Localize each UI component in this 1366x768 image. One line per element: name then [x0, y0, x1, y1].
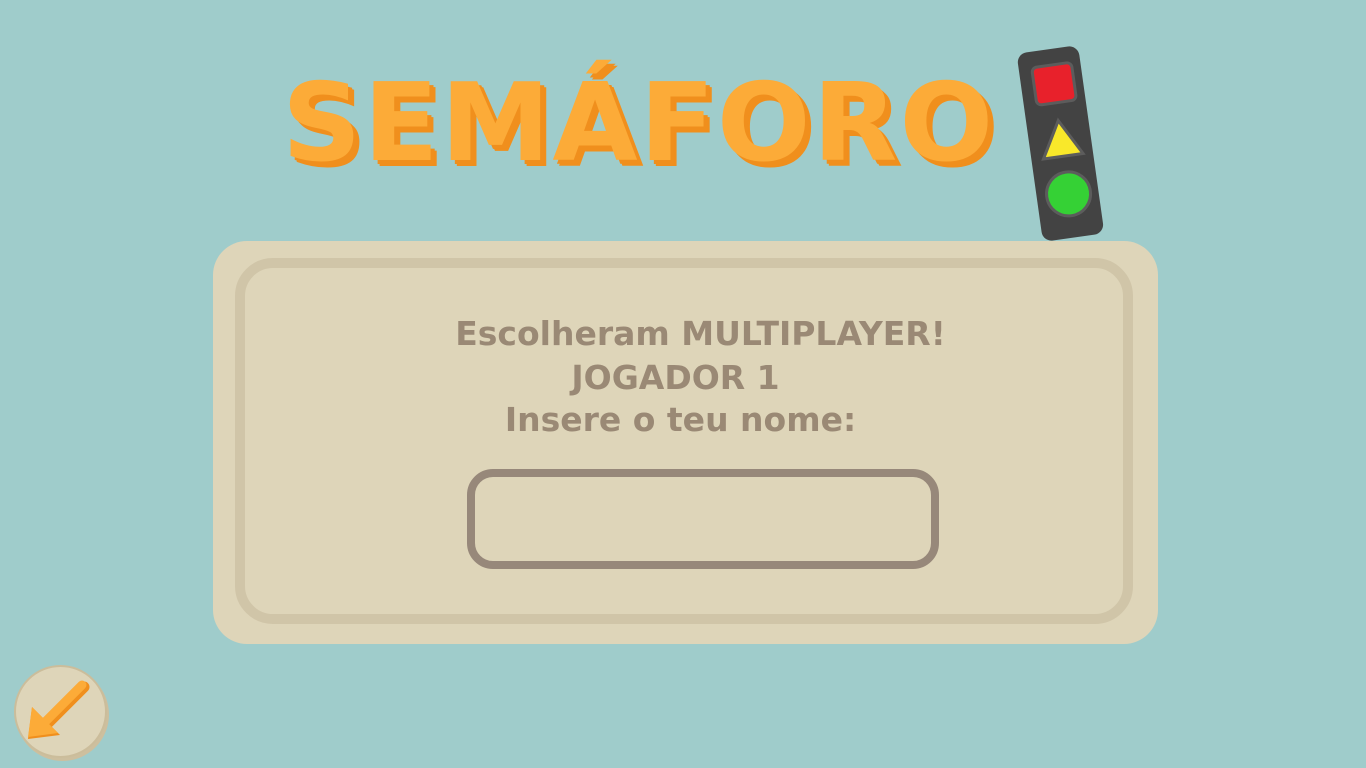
logo-title: SEMÁFORO	[282, 61, 996, 186]
name-dialog-frame	[235, 258, 1133, 624]
traffic-light-icon	[1017, 46, 1104, 241]
back-button[interactable]	[14, 665, 107, 758]
game-screen: SEMÁFORO Escolheram MULTIPLAYER! JOGADOR…	[0, 0, 1366, 768]
arrow-down-left-icon	[28, 680, 90, 739]
name-prompt: Insere o teu nome:	[504, 400, 857, 439]
player-name-input[interactable]	[467, 469, 939, 569]
mode-message: Escolheram MULTIPLAYER!	[455, 314, 946, 353]
game-logo: SEMÁFORO	[282, 40, 1112, 245]
player-label: JOGADOR 1	[571, 358, 780, 397]
name-dialog: Escolheram MULTIPLAYER! JOGADOR 1 Insere…	[213, 241, 1158, 644]
